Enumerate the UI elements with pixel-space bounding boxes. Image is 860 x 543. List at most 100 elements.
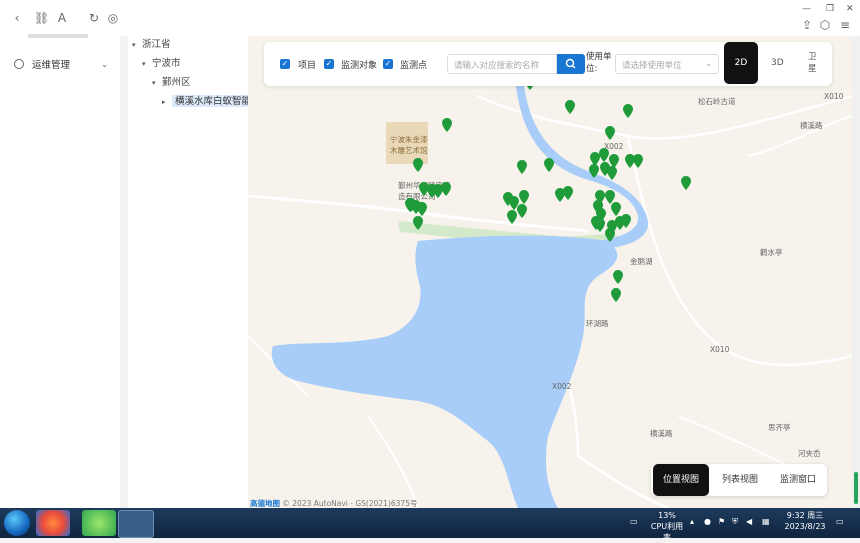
map-marker-icon[interactable] xyxy=(413,158,423,172)
map-label-road-x010: X010 xyxy=(824,92,844,101)
tray-expand-icon[interactable]: ▴ xyxy=(690,516,694,527)
sidebar-item-ops[interactable]: 运维管理 ⌄ xyxy=(14,56,114,72)
clock-icon xyxy=(14,59,24,69)
mode-3d-button[interactable]: 3D xyxy=(771,58,784,68)
chevron-down-icon: ⌄ xyxy=(101,59,108,69)
tray-monitor-icon[interactable]: ▭ xyxy=(630,516,638,527)
page-scrollbar[interactable] xyxy=(852,36,860,508)
sidebar: 运维管理 ⌄ xyxy=(0,34,120,508)
link-icon[interactable]: ⛓ xyxy=(34,11,49,25)
region-tree: ▾浙江省 ▾宁波市 ▾鄞州区 ▸横溪水库白蚁智能监测 xyxy=(128,36,248,508)
view-window-button[interactable]: 监测窗口 xyxy=(771,464,825,496)
tree-node-project[interactable]: ▸横溪水库白蚁智能监测 xyxy=(162,93,248,107)
map-label-road-3: 横溪路 xyxy=(650,429,673,438)
map-label-pavilion-2: 思齐亭 xyxy=(768,423,791,432)
lake xyxy=(271,235,618,508)
copyright-text: © 2023 AutoNavi - GS(2021)6375号 xyxy=(282,499,418,508)
map-marker-icon[interactable] xyxy=(611,202,621,216)
sidebar-item-partial xyxy=(28,34,88,38)
mode-2d-button[interactable]: 2D xyxy=(724,42,758,84)
map-marker-icon[interactable] xyxy=(591,216,601,230)
search-button[interactable] xyxy=(557,54,585,74)
map-marker-icon[interactable] xyxy=(519,190,529,204)
map-marker-icon[interactable] xyxy=(406,198,416,212)
close-icon[interactable]: ✕ xyxy=(846,4,854,14)
minimize-icon[interactable]: — xyxy=(802,4,811,14)
map-marker-icon[interactable] xyxy=(611,288,621,302)
tree-node-district[interactable]: ▾ 鄞州区 xyxy=(152,74,191,88)
unit-label: 使用单位: xyxy=(586,52,612,74)
checkbox-point[interactable]: ✓ xyxy=(383,59,393,69)
map-marker-icon[interactable] xyxy=(517,204,527,218)
map-marker-icon[interactable] xyxy=(607,166,617,180)
map-marker-icon[interactable] xyxy=(565,100,575,114)
tray-flag-icon[interactable]: ⚑ xyxy=(718,516,725,527)
map-marker-icon[interactable] xyxy=(613,270,623,284)
map-marker-icon[interactable] xyxy=(633,154,643,168)
map-label-village: 河夹岙 xyxy=(798,449,821,458)
map-marker-icon[interactable] xyxy=(507,210,517,224)
app-icon-1[interactable] xyxy=(36,510,70,536)
search-icon xyxy=(565,58,576,69)
clock[interactable]: 9:32 周三 2023/8/23 xyxy=(782,510,828,532)
scrollbar-thumb[interactable] xyxy=(854,472,858,504)
caret-down-icon: ▾ xyxy=(152,79,156,87)
map-label-jinehu: 金鹅湖 xyxy=(630,257,653,266)
map-marker-icon[interactable] xyxy=(623,104,633,118)
checkbox-point-label: 监测点 xyxy=(400,61,428,71)
start-button[interactable] xyxy=(4,510,30,536)
restore-icon[interactable]: ❐ xyxy=(826,4,834,14)
menu-icon[interactable]: ≡ xyxy=(838,18,852,32)
map-filter-toolbar: ✓ 项目 ✓ 监测对象 ✓ 监测点 请输入对应搜索的名称 使用单位: 请选择使用… xyxy=(264,42,832,86)
map-marker-icon[interactable] xyxy=(621,214,631,228)
map-marker-icon[interactable] xyxy=(681,176,691,190)
checkbox-project[interactable]: ✓ xyxy=(280,59,290,69)
clock-time: 9:32 周三 xyxy=(786,511,824,520)
map-label-road-2: 环湖路 xyxy=(586,319,609,328)
mode-satellite-button[interactable]: 卫星 xyxy=(808,51,818,75)
windows-taskbar: ▭ 13% CPU利用率 ▴ ● ⚑ ⛨ ◀ ▦ 9:32 周三 2023/8/… xyxy=(0,508,860,542)
map-marker-icon[interactable] xyxy=(413,216,423,230)
map-marker-icon[interactable] xyxy=(417,202,427,216)
view-switch: 位置视图 列表视图 监测窗口 xyxy=(651,464,827,496)
share-icon[interactable]: ⇪ xyxy=(800,18,814,32)
app-icon-2[interactable] xyxy=(82,510,116,536)
unit-select[interactable]: 请选择使用单位 ⌄ xyxy=(615,54,719,74)
map-marker-icon[interactable] xyxy=(441,182,451,196)
clock-date: 2023/8/23 xyxy=(784,522,826,531)
map-marker-icon[interactable] xyxy=(517,160,527,174)
map-marker-icon[interactable] xyxy=(419,182,429,196)
map-marker-icon[interactable] xyxy=(589,164,599,178)
view-list-button[interactable]: 列表视图 xyxy=(713,464,767,496)
refresh-icon[interactable]: ↻ xyxy=(87,11,101,25)
map-marker-icon[interactable] xyxy=(599,148,609,162)
cube-icon[interactable]: ⬡ xyxy=(818,18,832,32)
tray-security-icon[interactable]: ● xyxy=(704,516,711,527)
caret-down-icon: ▾ xyxy=(142,60,146,68)
checkbox-object[interactable]: ✓ xyxy=(324,59,334,69)
view-position-button[interactable]: 位置视图 xyxy=(653,464,709,496)
tray-network-icon[interactable]: ▦ xyxy=(762,516,770,527)
wechat-icon[interactable] xyxy=(118,510,154,538)
map-marker-icon[interactable] xyxy=(442,118,452,132)
map-view[interactable]: 宁波朱金漆木雕艺术馆 松石岭古道 X010 X002 鄞州华兴精密铸造有限公司 … xyxy=(248,36,852,508)
font-icon[interactable]: A xyxy=(55,11,69,25)
map-marker-icon[interactable] xyxy=(605,126,615,140)
tree-node-province[interactable]: ▾ 浙江省 xyxy=(132,36,171,50)
sidebar-item-label: 运维管理 xyxy=(32,60,71,71)
map-marker-icon[interactable] xyxy=(563,186,573,200)
back-icon[interactable]: ‹ xyxy=(10,11,24,25)
notification-icon[interactable]: ▭ xyxy=(836,516,844,527)
map-marker-icon[interactable] xyxy=(605,228,615,242)
tray-shield-icon[interactable]: ⛨ xyxy=(732,516,738,527)
chevron-down-icon: ⌄ xyxy=(705,59,712,68)
map-label-road-x010-2: X010 xyxy=(710,345,730,354)
map-marker-icon[interactable] xyxy=(544,158,554,172)
compass-icon[interactable]: ◎ xyxy=(106,11,120,25)
map-label-pavilion-1: 鹳水亭 xyxy=(760,248,783,257)
caret-right-icon: ▸ xyxy=(162,98,166,106)
search-input[interactable]: 请输入对应搜索的名称 xyxy=(447,54,557,74)
cpu-label: CPU利用率 xyxy=(650,522,684,542)
tree-node-city[interactable]: ▾ 宁波市 xyxy=(142,55,181,69)
tray-volume-icon[interactable]: ◀ xyxy=(746,516,752,527)
